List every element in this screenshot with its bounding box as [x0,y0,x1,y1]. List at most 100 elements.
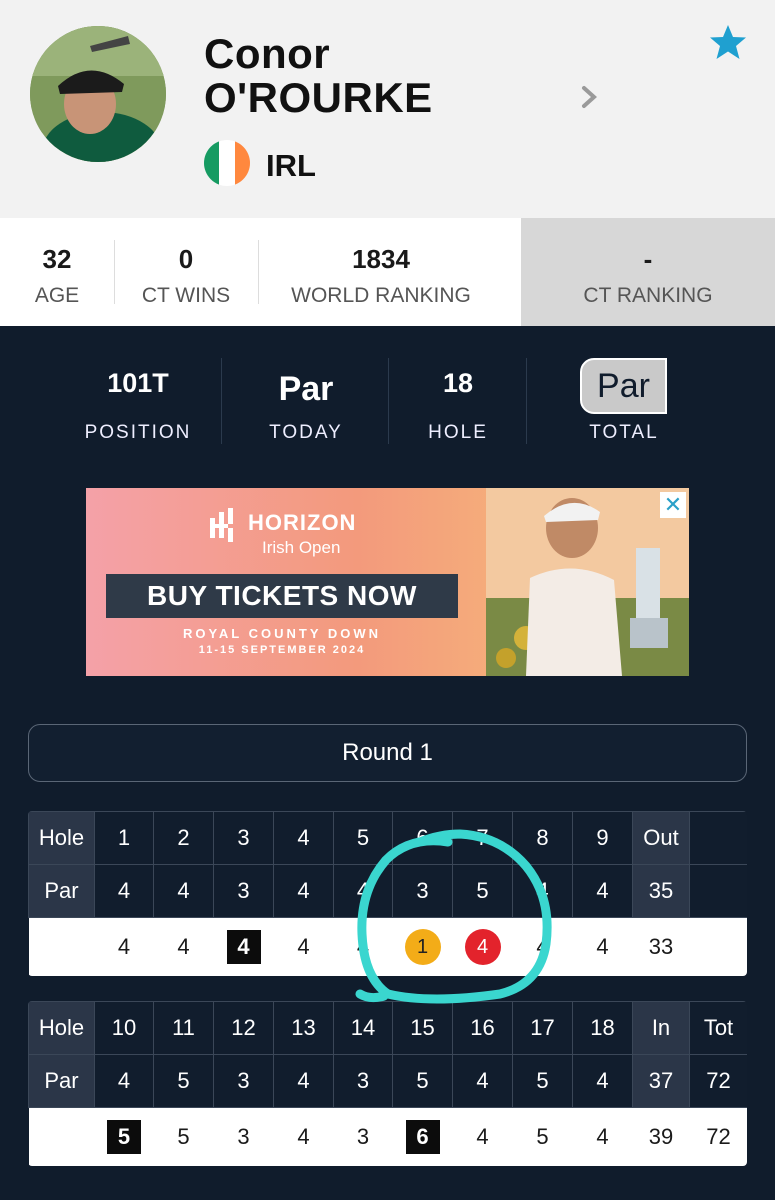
favorite-star-icon[interactable] [708,22,748,62]
tot-label: Tot [689,1001,747,1055]
divider [388,358,389,444]
stat-value: 0 [178,244,194,274]
stat-age: 32 AGE [0,218,114,326]
score-value: 4 [273,1107,334,1166]
hole-number: 7 [452,811,513,865]
round-selector[interactable]: Round 1 [28,724,747,782]
score-value: 4 [333,917,393,976]
score-value: 4 [512,917,573,976]
hole-number: 10 [94,1001,154,1055]
out-label: Out [632,811,690,865]
horizon-logo-icon [210,508,233,542]
player-last-name: O'ROURKE [204,74,433,121]
score-value: 5 [153,1107,214,1166]
score-cell: 4 [213,917,274,976]
stat-ct-ranking: - CT RANKING [521,218,775,326]
score-cell: 6 [392,1107,453,1166]
hole-number: 11 [153,1001,214,1055]
par-value: 4 [94,864,154,918]
par-value: 3 [392,864,453,918]
score-value: 4 [572,1107,633,1166]
score-cell: 5 [94,1107,154,1166]
par-value: 3 [213,864,274,918]
summary-value: 18 [442,368,474,398]
scorecard-back-nine: Hole 10 11 12 13 14 15 16 17 18 In Tot P… [28,1001,747,1166]
stat-label: CT WINS [141,284,231,307]
stat-label: AGE [34,284,80,307]
stat-world-ranking: 1834 WORLD RANKING [258,218,504,326]
par-row: Par 4 5 3 4 3 5 4 5 4 37 72 [28,1054,747,1108]
bogey-score: 4 [226,929,261,964]
in-label: In [632,1001,690,1055]
par-value: 3 [213,1054,274,1108]
hole-number: 6 [392,811,453,865]
par-value: 4 [153,864,214,918]
par-value: 5 [452,864,513,918]
hole-number: 1 [94,811,154,865]
hole-label: Hole [28,1001,95,1055]
buy-tickets-button[interactable]: BUY TICKETS NOW [106,574,458,618]
ad-player-trophy-photo [486,488,689,676]
hole-number: 3 [213,811,274,865]
par-value: 4 [333,864,393,918]
par-value: 4 [572,1054,633,1108]
chevron-right-icon[interactable] [576,82,602,112]
player-country: IRL [266,148,316,183]
scorecard-front-nine: Hole 1 2 3 4 5 6 7 8 9 Out Par 4 4 3 4 4… [28,811,747,976]
score-value: 4 [572,917,633,976]
par-value: 4 [273,1054,334,1108]
par-value: 4 [94,1054,154,1108]
player-first-name: Conor [204,30,331,77]
bogey-score: 6 [405,1119,440,1154]
empty-cell [28,917,95,976]
par-value: 5 [153,1054,214,1108]
hole-number: 16 [452,1001,513,1055]
empty-cell [689,864,747,918]
player-header: Conor O'ROURKE IRL [0,0,775,218]
ad-venue: ROYAL COUNTY DOWN [182,626,382,641]
hole-number: 13 [273,1001,334,1055]
divider [221,358,222,444]
par-row: Par 4 4 3 4 4 3 5 4 4 35 [28,864,747,918]
score-row: 5 5 3 4 3 6 4 5 4 39 72 [28,1107,747,1166]
summary-label: TODAY [269,422,343,443]
score-cell: 1 [392,917,453,976]
stat-label: WORLD RANKING [291,284,471,307]
ad-close-icon[interactable]: ✕ [660,492,686,518]
score-value: 5 [512,1107,573,1166]
hole-row: Hole 1 2 3 4 5 6 7 8 9 Out [28,811,747,865]
par-value: 3 [333,1054,393,1108]
empty-cell [28,1107,95,1166]
score-value: 3 [333,1107,393,1166]
par-value: 5 [392,1054,453,1108]
score-value: 4 [273,917,334,976]
summary-hole: 18 HOLE [390,340,526,450]
par-label: Par [28,1054,95,1108]
score-in-total: 39 [632,1107,690,1166]
empty-cell [689,917,747,976]
player-stats-bar: 32 AGE 0 CT WINS 1834 WORLD RANKING - CT… [0,218,775,326]
score-row: 4 4 4 4 4 1 4 4 4 33 [28,917,747,976]
stat-label: CT RANKING [583,284,713,307]
hole-number: 14 [333,1001,393,1055]
hole-number: 12 [213,1001,274,1055]
par-label: Par [28,864,95,918]
hole-label: Hole [28,811,95,865]
ad-banner[interactable]: HORIZON Irish Open BUY TICKETS NOW ROYAL… [86,488,689,676]
summary-label: TOTAL [589,422,659,443]
hole-number: 15 [392,1001,453,1055]
par-value: 4 [572,864,633,918]
score-value: 4 [153,917,214,976]
summary-label: HOLE [428,422,488,443]
ad-brand: HORIZON [248,510,357,535]
par-value: 4 [273,864,334,918]
hole-number: 17 [512,1001,573,1055]
hole-number: 18 [572,1001,633,1055]
divider [526,358,527,444]
score-grand-total: 72 [689,1107,747,1166]
stat-ct-wins: 0 CT WINS [114,218,258,326]
summary-today: Par TODAY [238,340,374,450]
par-grand-total: 72 [689,1054,747,1108]
summary-position: 101T POSITION [70,340,206,450]
summary-value: Par [278,370,334,408]
